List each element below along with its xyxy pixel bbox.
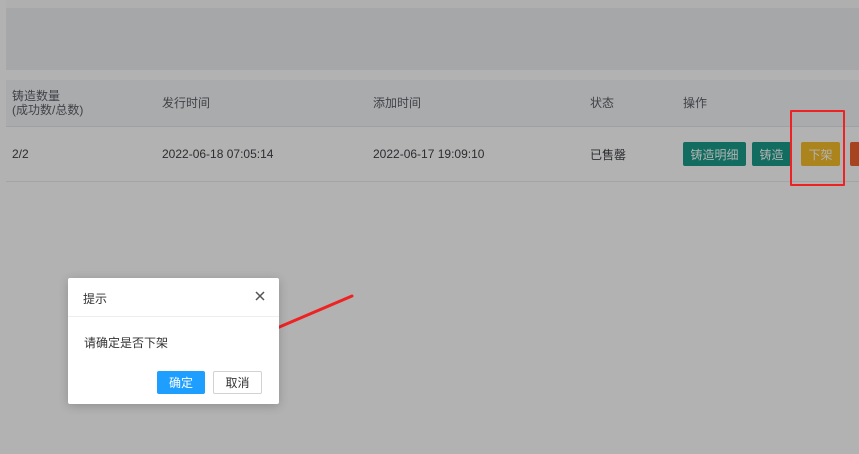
confirm-button[interactable]: 确定 (157, 371, 205, 394)
dialog-title: 提示 (83, 292, 108, 306)
cancel-button[interactable]: 取消 (213, 371, 262, 394)
confirm-dialog: 提示 请确定是否下架 确定 取消 (68, 278, 279, 404)
close-icon[interactable] (252, 288, 268, 304)
dialog-message: 请确定是否下架 (84, 336, 169, 350)
close-icon-glyph (255, 291, 265, 301)
dialog-header: 提示 (68, 278, 279, 317)
